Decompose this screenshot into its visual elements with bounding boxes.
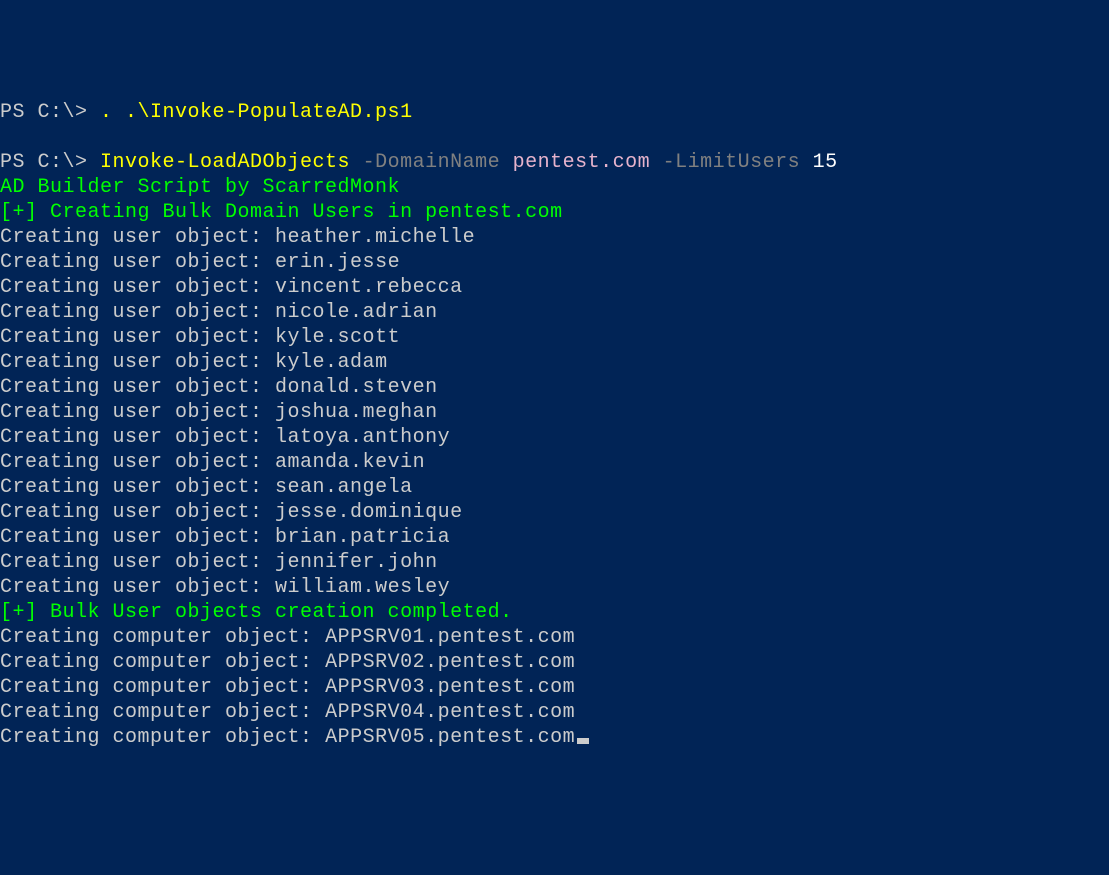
user-line: Creating user object: vincent.rebecca bbox=[0, 276, 463, 299]
user-line: Creating user object: jesse.dominique bbox=[0, 501, 463, 524]
user-line: Creating user object: kyle.scott bbox=[0, 326, 400, 349]
param-domainname: -DomainName bbox=[350, 151, 500, 174]
user-line: Creating user object: heather.michelle bbox=[0, 226, 475, 249]
computer-line: Creating computer object: APPSRV02.pente… bbox=[0, 651, 575, 674]
users-complete: [+] Bulk User objects creation completed… bbox=[0, 601, 513, 624]
computer-line: Creating computer object: APPSRV05.pente… bbox=[0, 726, 589, 749]
script-banner: AD Builder Script by ScarredMonk bbox=[0, 176, 400, 199]
ps-prompt: PS C:\> bbox=[0, 101, 100, 124]
user-line: Creating user object: erin.jesse bbox=[0, 251, 400, 274]
arg-limit: 15 bbox=[800, 151, 838, 174]
param-limitusers: -LimitUsers bbox=[650, 151, 800, 174]
arg-domain: pentest.com bbox=[500, 151, 650, 174]
cmdlet: Invoke-LoadADObjects bbox=[100, 151, 350, 174]
user-line: Creating user object: latoya.anthony bbox=[0, 426, 450, 449]
computer-line: Creating computer object: APPSRV04.pente… bbox=[0, 701, 575, 724]
computer-line: Creating computer object: APPSRV01.pente… bbox=[0, 626, 575, 649]
powershell-terminal[interactable]: PS C:\> . .\Invoke-PopulateAD.ps1 PS C:\… bbox=[0, 100, 1109, 750]
prompt-line-2: PS C:\> Invoke-LoadADObjects -DomainName… bbox=[0, 151, 838, 174]
user-line: Creating user object: jennifer.john bbox=[0, 551, 438, 574]
user-line: Creating user object: joshua.meghan bbox=[0, 401, 438, 424]
prompt-line-1: PS C:\> . .\Invoke-PopulateAD.ps1 bbox=[0, 101, 413, 124]
users-header: [+] Creating Bulk Domain Users in pentes… bbox=[0, 201, 563, 224]
user-line: Creating user object: william.wesley bbox=[0, 576, 450, 599]
cursor bbox=[577, 738, 589, 744]
user-line: Creating user object: brian.patricia bbox=[0, 526, 450, 549]
computer-line: Creating computer object: APPSRV03.pente… bbox=[0, 676, 575, 699]
user-line: Creating user object: kyle.adam bbox=[0, 351, 388, 374]
user-line: Creating user object: sean.angela bbox=[0, 476, 413, 499]
ps-prompt: PS C:\> bbox=[0, 151, 100, 174]
user-line: Creating user object: nicole.adrian bbox=[0, 301, 438, 324]
command-1: . .\Invoke-PopulateAD.ps1 bbox=[100, 101, 413, 124]
user-line: Creating user object: donald.steven bbox=[0, 376, 438, 399]
user-line: Creating user object: amanda.kevin bbox=[0, 451, 425, 474]
